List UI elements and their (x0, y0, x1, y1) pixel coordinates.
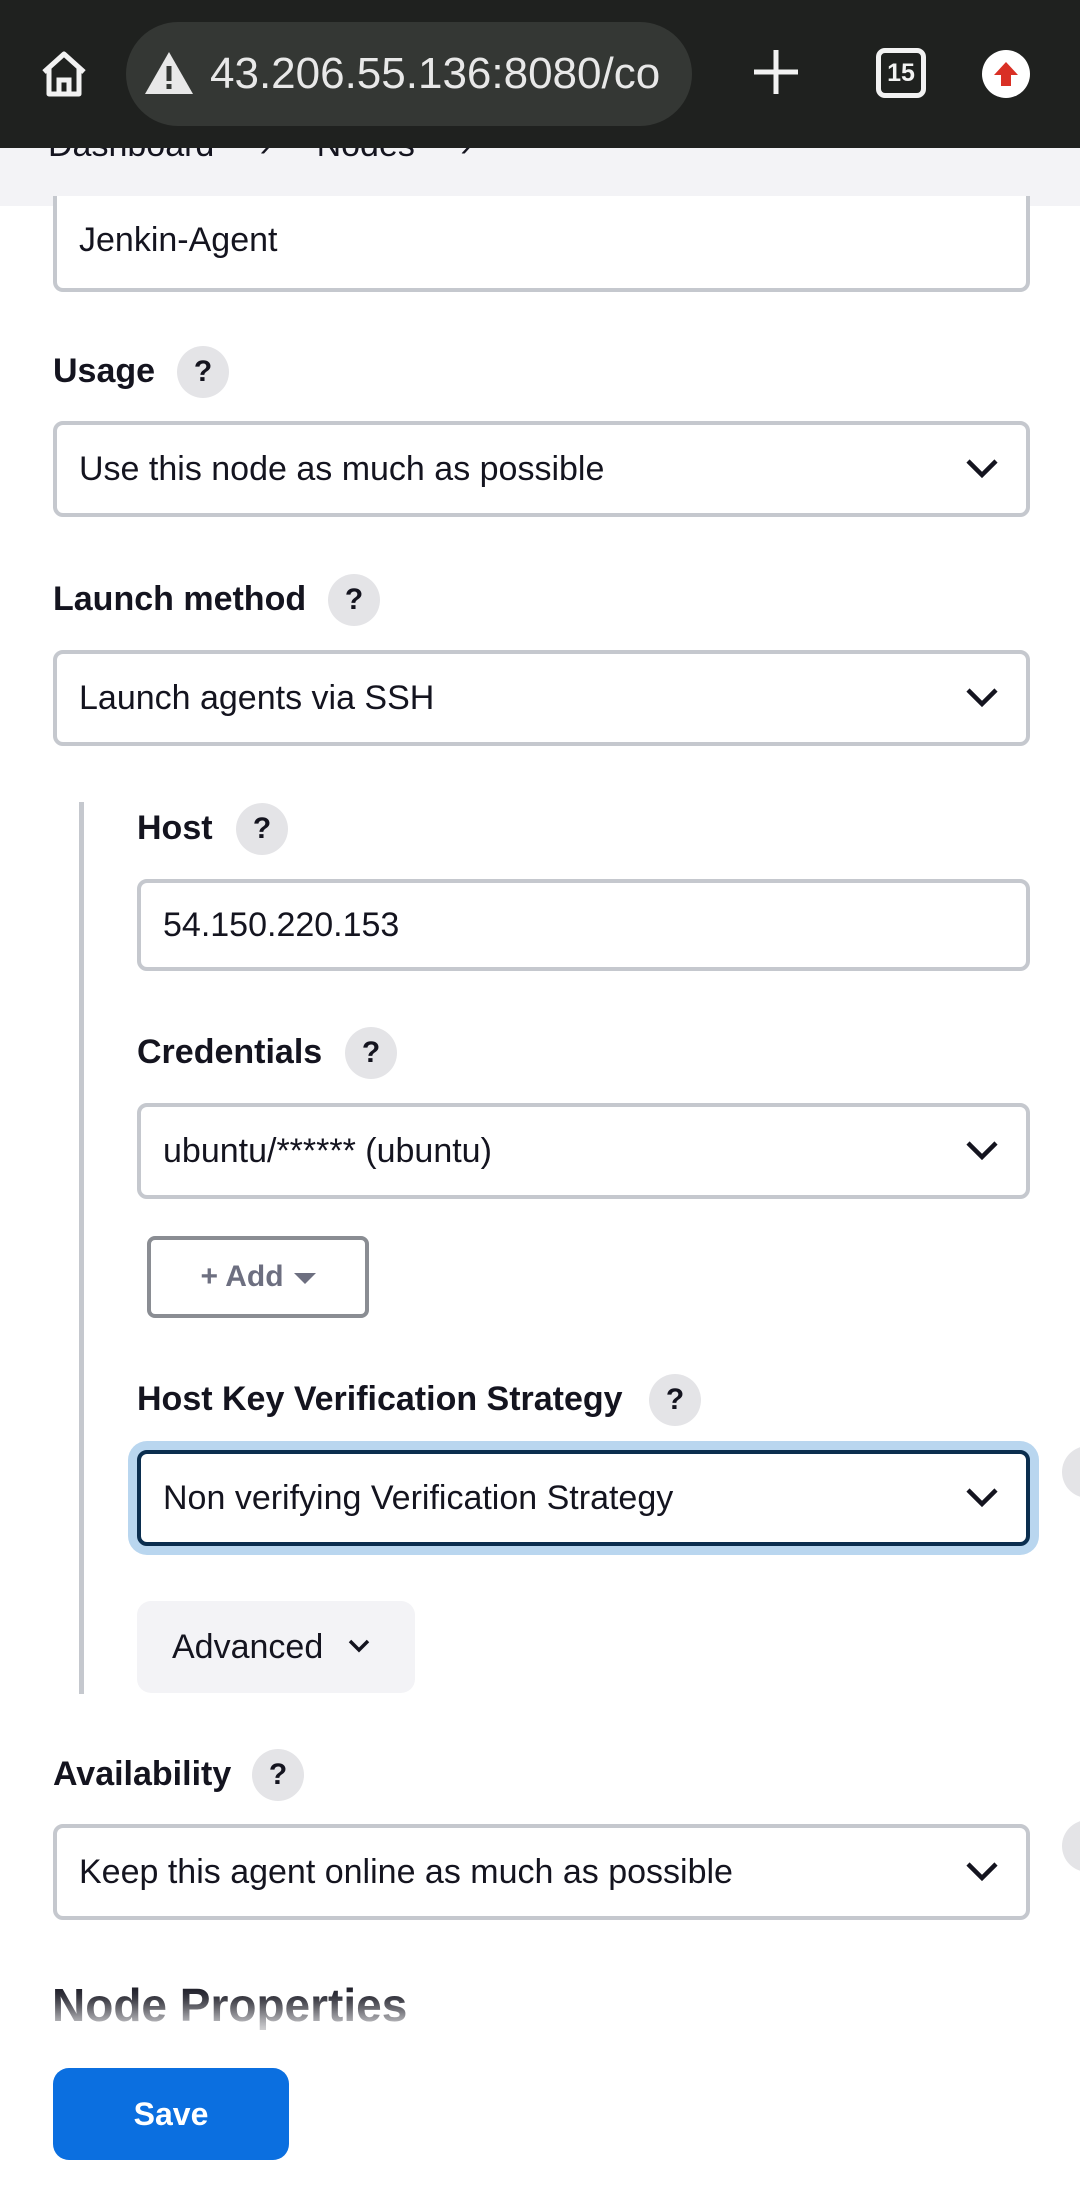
breadcrumb-separator: › (460, 148, 471, 164)
launch-method-help-icon[interactable]: ? (328, 574, 380, 626)
chevron-down-icon (966, 1488, 998, 1508)
launch-method-label: Launch method (53, 580, 307, 618)
host-input[interactable]: 54.150.220.153 (137, 879, 1030, 971)
host-key-strategy-help-icon[interactable]: ? (649, 1374, 701, 1426)
usage-select[interactable]: Use this node as much as possible (53, 421, 1030, 517)
chevron-down-icon (966, 688, 998, 708)
credentials-help-icon[interactable]: ? (345, 1027, 397, 1079)
side-panel-handle[interactable] (1062, 1446, 1080, 1498)
breadcrumb-separator: › (260, 148, 271, 164)
availability-label: Availability (53, 1755, 232, 1793)
caret-down-icon (293, 1272, 316, 1284)
usage-help-icon[interactable]: ? (177, 346, 229, 398)
nested-section-divider (79, 802, 84, 1694)
node-name-input[interactable]: Jenkin-Agent (53, 196, 1030, 292)
update-arrow-icon[interactable] (982, 50, 1030, 98)
credentials-label: Credentials (137, 1033, 323, 1071)
host-value: 54.150.220.153 (163, 906, 400, 944)
browser-toolbar: 43.206.55.136:8080/co 15 (0, 0, 1080, 148)
home-icon[interactable] (36, 46, 92, 102)
not-secure-warning-icon[interactable] (142, 46, 196, 100)
node-properties-heading: Node Properties (52, 1979, 408, 2031)
host-help-icon[interactable]: ? (236, 803, 288, 855)
credentials-select[interactable]: ubuntu/****** (ubuntu) (137, 1103, 1030, 1199)
tab-switcher-button[interactable]: 15 (876, 48, 926, 98)
usage-selected: Use this node as much as possible (79, 450, 605, 488)
breadcrumb-dashboard[interactable]: Dashboard (48, 148, 214, 164)
host-key-strategy-select[interactable]: Non verifying Verification Strategy (137, 1450, 1030, 1546)
add-credentials-button[interactable]: + Add (147, 1236, 369, 1318)
new-tab-icon[interactable] (748, 44, 804, 100)
launch-method-select[interactable]: Launch agents via SSH (53, 650, 1030, 746)
chevron-down-icon (348, 1639, 370, 1653)
chevron-down-icon (966, 1862, 998, 1882)
save-button[interactable]: Save (53, 2068, 289, 2160)
advanced-label: Advanced (172, 1628, 324, 1666)
host-key-strategy-selected: Non verifying Verification Strategy (163, 1479, 674, 1517)
add-credentials-label: + Add (200, 1260, 284, 1293)
host-label: Host (137, 809, 213, 847)
url-text[interactable]: 43.206.55.136:8080/co (210, 22, 660, 126)
chevron-down-icon (966, 1141, 998, 1161)
host-key-strategy-label: Host Key Verification Strategy (137, 1380, 623, 1418)
availability-help-icon[interactable]: ? (252, 1749, 304, 1801)
node-name-value: Jenkin-Agent (79, 221, 278, 259)
availability-select[interactable]: Keep this agent online as much as possib… (53, 1824, 1030, 1920)
advanced-button[interactable]: Advanced (137, 1601, 415, 1693)
breadcrumb-nodes[interactable]: Nodes (317, 148, 415, 164)
usage-label: Usage (53, 352, 156, 390)
credentials-selected: ubuntu/****** (ubuntu) (163, 1132, 492, 1170)
availability-selected: Keep this agent online as much as possib… (79, 1853, 733, 1891)
side-panel-handle[interactable] (1062, 1820, 1080, 1872)
address-bar[interactable]: 43.206.55.136:8080/co (126, 22, 692, 126)
chevron-down-icon (966, 459, 998, 479)
launch-method-selected: Launch agents via SSH (79, 679, 435, 717)
